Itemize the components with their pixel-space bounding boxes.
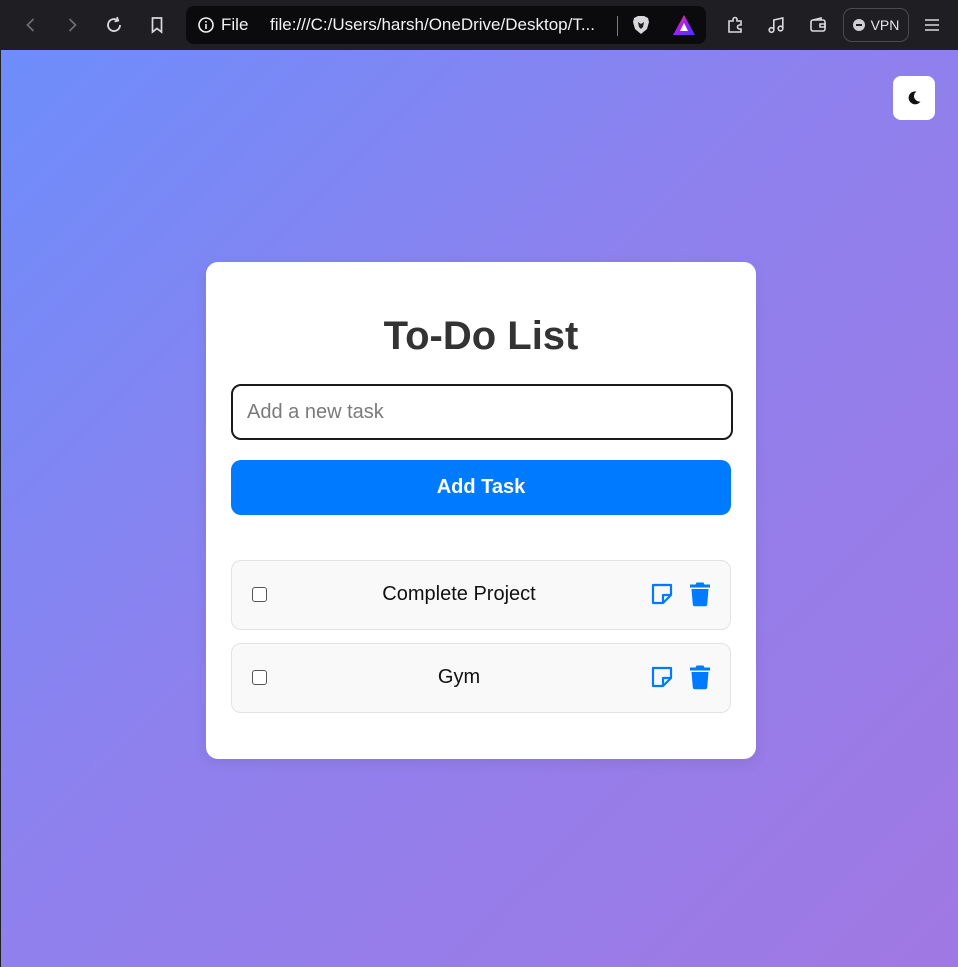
page-background: To-Do List Add Task Complete Project Gym [1,50,958,967]
new-task-input[interactable] [231,384,733,440]
reload-icon[interactable] [100,11,128,39]
edit-icon[interactable] [650,582,674,606]
task-checkbox[interactable] [252,670,267,685]
edit-icon[interactable] [650,665,674,689]
menu-icon[interactable] [918,11,946,39]
task-item: Gym [231,643,731,713]
url-text[interactable]: file:///C:/Users/harsh/OneDrive/Desktop/… [270,15,615,35]
info-icon[interactable] [198,17,214,33]
media-icon[interactable] [762,11,790,39]
delete-icon[interactable] [688,581,712,607]
forward-icon[interactable] [58,11,86,39]
add-task-button[interactable]: Add Task [231,460,731,515]
vpn-status-icon [852,19,865,31]
delete-icon[interactable] [688,664,712,690]
vpn-label: VPN [870,17,900,33]
task-checkbox[interactable] [252,587,267,602]
url-scheme-label: File [221,15,249,34]
theme-toggle-button[interactable] [893,76,935,120]
url-separator [617,16,618,36]
task-item: Complete Project [231,560,731,630]
extensions-icon[interactable] [721,11,749,39]
task-label: Gym [437,666,481,688]
brave-rewards-icon[interactable] [672,14,696,36]
moon-icon [908,91,921,105]
task-label: Complete Project [382,583,536,605]
back-icon[interactable] [17,11,45,39]
bookmark-icon[interactable] [143,11,171,39]
browser-toolbar: File file:///C:/Users/harsh/OneDrive/Des… [0,0,958,50]
page-title: To-Do List [383,314,579,358]
brave-shields-icon[interactable] [630,14,652,36]
wallet-icon[interactable] [804,11,832,39]
address-bar[interactable]: File file:///C:/Users/harsh/OneDrive/Des… [186,6,706,44]
todo-card: To-Do List Add Task Complete Project Gym [206,262,756,759]
vpn-button[interactable]: VPN [843,8,909,42]
